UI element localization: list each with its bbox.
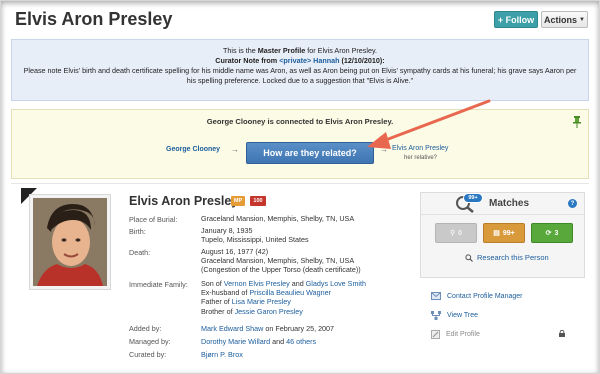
child-line: Father of Lisa Marie Presley [201, 297, 366, 306]
profile-section: Elvis Aron Presley MP 100 Place of Buria… [11, 183, 589, 367]
curated-by-value: Bjørn P. Brox [201, 350, 243, 359]
arrow-right-icon: → [380, 145, 388, 154]
death-cause: (Congestion of the Upper Torso (death ce… [201, 265, 361, 275]
ex-wife-link[interactable]: Priscilla Beaulieu Wagner [249, 288, 331, 297]
document-icon: ▤ [493, 230, 500, 237]
managed-by-label: Managed by: [129, 337, 171, 346]
curator-line: Curator Note from <private> Hannah (12/1… [12, 56, 588, 66]
birth-place: Tupelo, Mississippi, United States [201, 235, 309, 245]
connection-left-person-link[interactable]: George Clooney [166, 146, 220, 153]
mother-link[interactable]: Gladys Love Smith [306, 279, 366, 288]
manager-link[interactable]: Dorothy Marie Willard [201, 337, 270, 346]
page-title: Elvis Aron Presley [15, 9, 173, 29]
managed-and: and [270, 337, 287, 346]
sibling-link[interactable]: Jessie Garon Presley [235, 307, 303, 316]
tree-matches-count: 0 [458, 229, 463, 237]
curator-link[interactable]: Bjørn P. Brox [201, 350, 243, 359]
added-by-label: Added by: [129, 324, 162, 333]
brother-prefix: Brother of [201, 306, 235, 316]
master-prefix: This is the [222, 46, 258, 55]
death-date: August 16, 1977 (42) [201, 247, 269, 256]
child-link[interactable]: Lisa Marie Presley [232, 297, 291, 306]
contact-label: Contact Profile Manager [447, 292, 523, 300]
master-bold: Master Profile [257, 46, 306, 55]
research-label: Research this Person [477, 253, 549, 262]
search-icon [465, 253, 473, 262]
caret-down-icon: ▼ [579, 16, 585, 23]
master-line: This is the Master Profile for Elvis Aro… [12, 46, 588, 56]
added-date: on February 25, 2007 [263, 324, 335, 333]
people-icon: ⚲ [449, 230, 456, 237]
follow-button[interactable]: + Follow [494, 11, 538, 28]
curator-date: (12/10/2010): [339, 56, 385, 65]
son-of-prefix: Son of [201, 279, 224, 288]
ex-prefix: Ex-husband of [201, 288, 250, 298]
managed-by-value: Dorothy Marie Willard and 46 others [201, 337, 316, 346]
matches-title: Matches [489, 198, 530, 209]
spouse-line: Ex-husband of Priscilla Beaulieu Wagner [201, 288, 366, 297]
connection-right-person-link[interactable]: Elvis Aron Presley [392, 145, 448, 152]
portrait-graphic [33, 198, 107, 286]
curator-private-link[interactable]: <private> [279, 56, 311, 65]
burial-value: Graceland Mansion, Memphis, Shelby, TN, … [201, 214, 355, 223]
family-value: Son of Vernon Elvis Presley and Gladys L… [201, 279, 366, 316]
view-tree-label: View Tree [447, 312, 478, 319]
refresh-icon: ⟳ [545, 230, 552, 237]
and-text: and [289, 279, 306, 288]
lock-icon [559, 330, 565, 337]
view-tree-link[interactable]: View Tree [431, 311, 478, 320]
actions-button[interactable]: Actions ▼ [541, 11, 588, 28]
page-frame: Elvis Aron Presley + Follow Actions ▼ Th… [0, 0, 600, 374]
smart-matches-button[interactable]: ⟳ 3 [531, 223, 573, 243]
parents-line: Son of Vernon Elvis Presley and Gladys L… [201, 279, 366, 288]
how-related-button[interactable]: How are they related? [246, 142, 374, 164]
curator-name-link[interactable]: Hannah [313, 56, 339, 65]
completeness-badge[interactable]: 100 [250, 196, 266, 206]
death-place: Graceland Mansion, Memphis, Shelby, TN, … [201, 256, 355, 266]
help-icon[interactable]: ? [568, 199, 577, 208]
others-link[interactable]: 46 others [286, 337, 316, 346]
smart-matches-count: 3 [554, 229, 559, 237]
edit-profile-label: Edit Profile [446, 331, 480, 338]
matches-count-badge: 99+ [463, 193, 483, 203]
sibling-line: Brother of Jessie Garon Presley [201, 307, 366, 316]
profile-name: Elvis Aron Presley [129, 194, 239, 208]
record-matches-count: 99+ [502, 229, 515, 237]
profile-photo[interactable] [29, 194, 111, 290]
family-label: Immediate Family: [129, 280, 188, 289]
curated-by-label: Curated by: [129, 350, 167, 359]
death-value: August 16, 1977 (42) Graceland Mansion, … [201, 247, 361, 275]
record-matches-button[interactable]: ▤ 99+ [483, 223, 525, 243]
tree-matches-button[interactable]: ⚲ 0 [435, 223, 477, 243]
burial-label: Place of Burial: [129, 215, 178, 224]
connection-right-sub: her relative? [404, 155, 438, 161]
matches-header: 99+ Matches ? [421, 193, 584, 215]
birth-date: January 8, 1935 [201, 226, 253, 235]
master-profile-badge[interactable]: MP [231, 196, 245, 206]
actions-label: Actions [544, 14, 578, 25]
curator-note-body: Please note Elvis' birth and death certi… [23, 66, 577, 85]
contact-manager-link[interactable]: Contact Profile Manager [431, 292, 522, 300]
arrow-right-icon: → [231, 145, 239, 154]
tree-icon [431, 311, 441, 320]
father-of-prefix: Father of [201, 297, 232, 307]
master-profile-notice: This is the Master Profile for Elvis Aro… [11, 39, 589, 101]
death-label: Death: [129, 248, 151, 257]
birth-label: Birth: [129, 227, 146, 236]
connection-title: George Clooney is connected to Elvis Aro… [206, 117, 394, 126]
father-link[interactable]: Vernon Elvis Presley [224, 279, 290, 288]
connection-panel: George Clooney is connected to Elvis Aro… [11, 109, 589, 179]
added-by-link[interactable]: Mark Edward Shaw [201, 324, 263, 333]
research-link[interactable]: Research this Person [465, 253, 549, 262]
portrait-image [33, 198, 107, 286]
matches-panel: 99+ Matches ? ⚲ 0 ▤ 99+ ⟳ 3 Research thi… [420, 192, 585, 278]
edit-profile-link[interactable]: Edit Profile [431, 330, 480, 339]
pin-icon[interactable] [573, 116, 581, 128]
edit-icon [431, 330, 440, 339]
added-by-value: Mark Edward Shaw on February 25, 2007 [201, 324, 334, 333]
curator-prefix: Curator Note from [215, 56, 280, 65]
master-suffix: for Elvis Aron Presley. [305, 46, 378, 55]
birth-value: January 8, 1935 Tupelo, Mississippi, Uni… [201, 226, 309, 244]
envelope-icon [431, 292, 441, 300]
